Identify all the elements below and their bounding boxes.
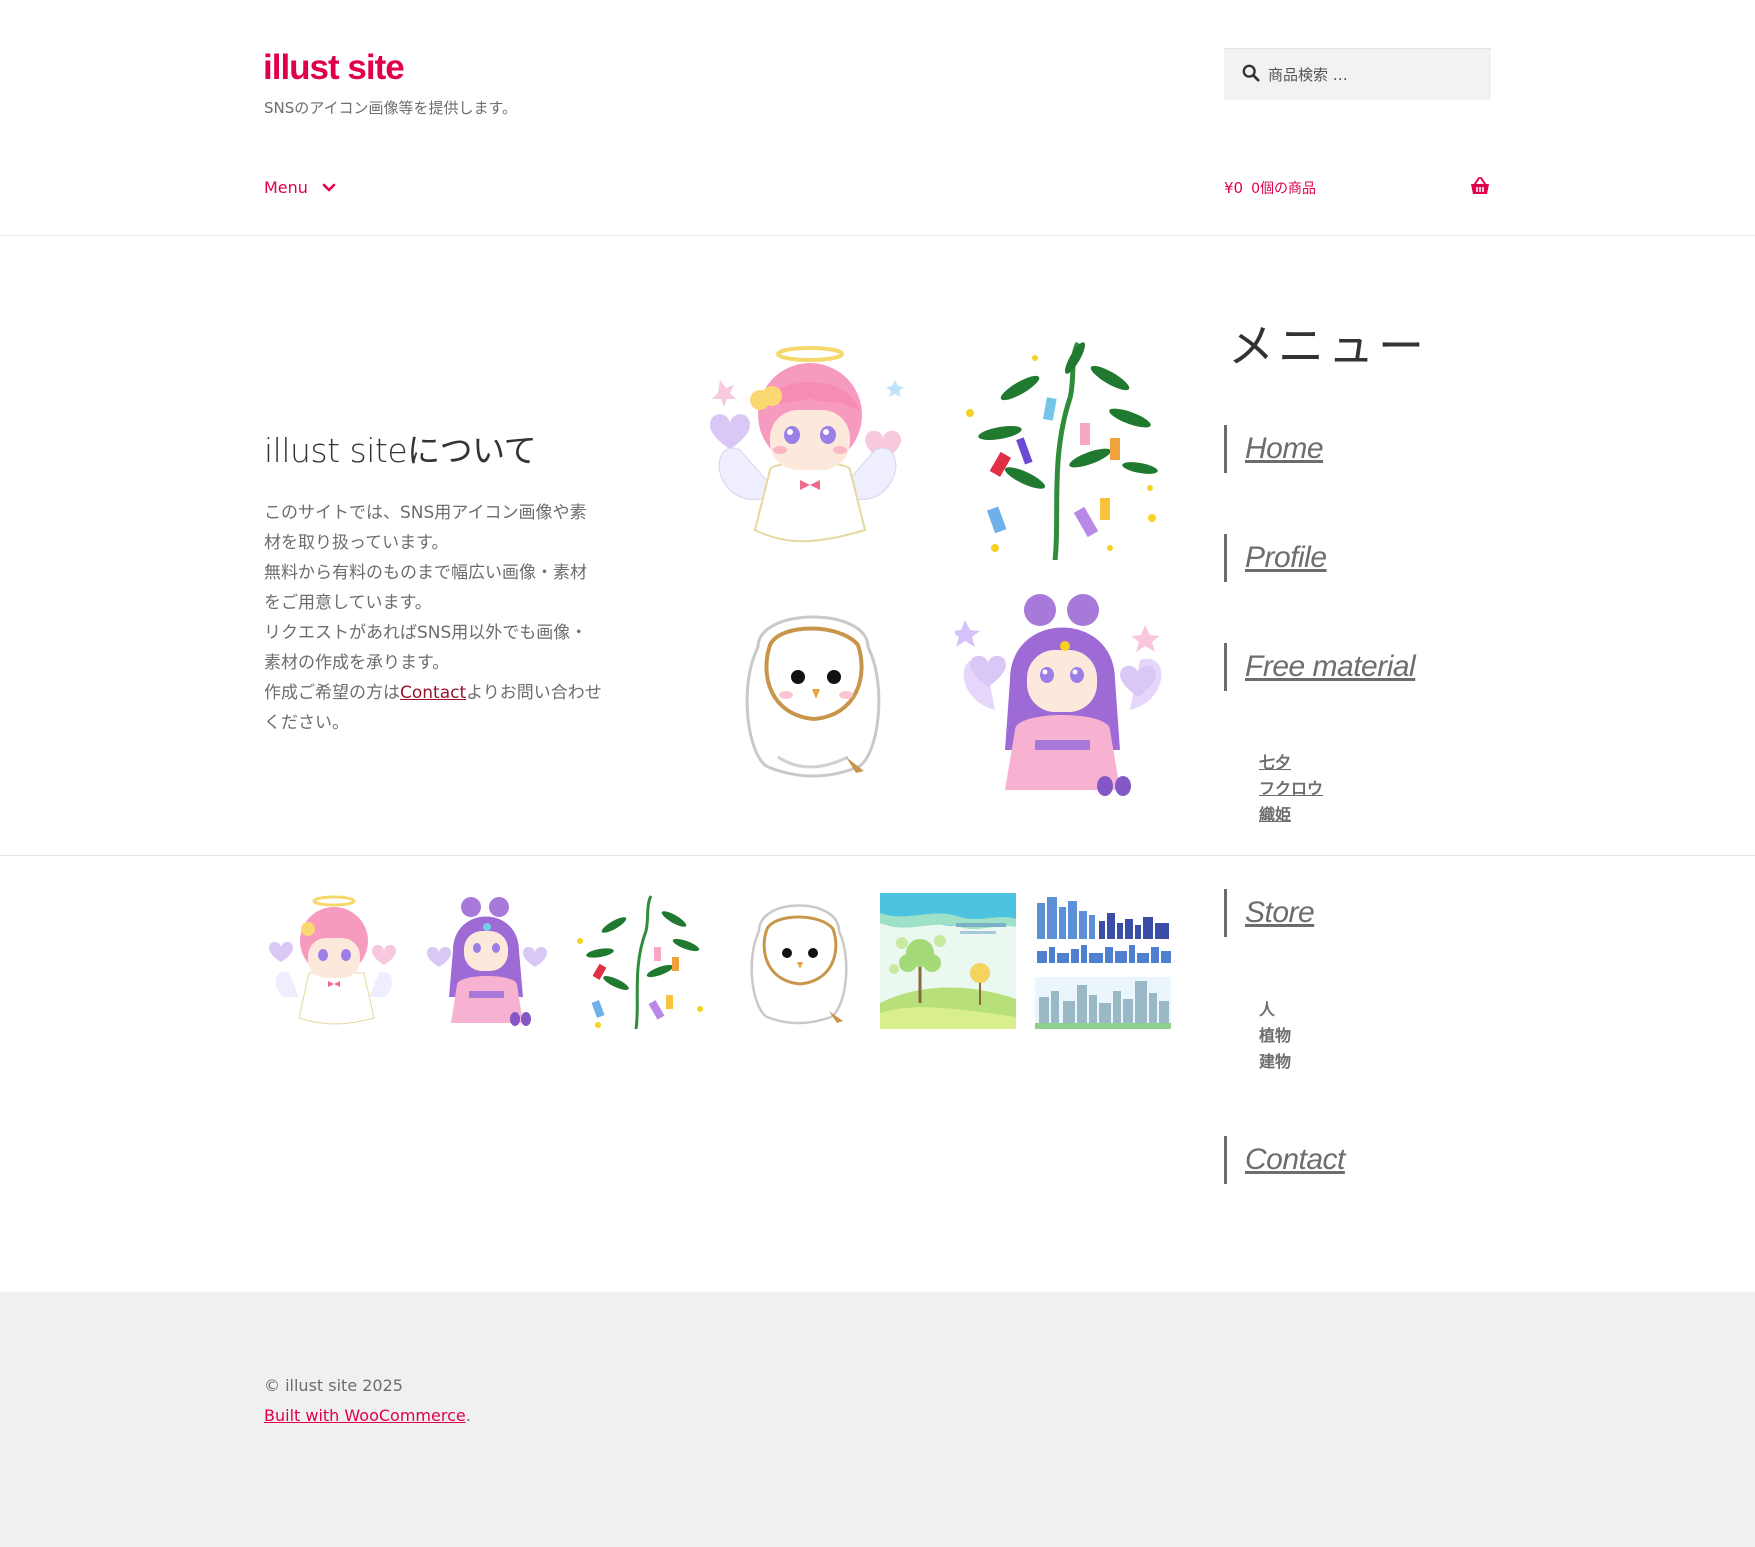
cart-count: 0個の商品 <box>1251 181 1317 197</box>
about-text: このサイトでは、SNS用アイコン画像や素 材を取り扱っています。 無料から有料の… <box>264 498 624 738</box>
site-title[interactable]: illust site <box>263 48 405 88</box>
about-heading: illust siteについて <box>264 431 537 470</box>
section-divider <box>0 855 1755 856</box>
submenu-item-owl[interactable]: フクロウ <box>1259 776 1323 802</box>
city-skyline-thumbnail[interactable] <box>1035 893 1171 1029</box>
sidebar-link-profile: Profile <box>1224 534 1327 582</box>
about-line: 材を取り扱っています。 <box>264 533 449 553</box>
angel-illustration <box>710 346 904 543</box>
submenu-item-plants[interactable]: 植物 <box>1259 1023 1291 1049</box>
profile-link[interactable]: Profile <box>1245 541 1327 575</box>
built-with-line: Built with WooCommerce. <box>264 1406 471 1425</box>
search-input[interactable] <box>1268 65 1478 84</box>
orihime-illustration <box>955 594 1162 796</box>
contact-sidebar-link[interactable]: Contact <box>1245 1143 1345 1177</box>
copyright-text: © illust site 2025 <box>264 1376 403 1395</box>
about-line: をご用意しています。 <box>264 593 432 613</box>
about-contact-line: 作成ご希望の方はContactよりお問い合わせ <box>264 683 602 703</box>
about-line: リクエストがあればSNS用以外でも画像・ <box>264 623 588 643</box>
menu-toggle-button[interactable]: Menu <box>264 178 336 197</box>
header-cart[interactable]: ¥0 0個の商品 <box>1224 177 1491 198</box>
home-link[interactable]: Home <box>1245 432 1324 466</box>
owl-thumbnail[interactable] <box>729 893 865 1029</box>
sidebar-link-contact: Contact <box>1224 1136 1345 1184</box>
store-link[interactable]: Store <box>1245 896 1315 930</box>
about-line: 素材の作成を承ります。 <box>264 653 450 673</box>
site-footer: © illust site 2025 Built with WooCommerc… <box>0 1292 1755 1547</box>
about-line: ください。 <box>264 713 349 733</box>
submenu-item-tanabata[interactable]: 七夕 <box>1259 750 1323 776</box>
site-tagline: SNSのアイコン画像等を提供します。 <box>264 99 518 117</box>
menu-label: Menu <box>264 178 308 197</box>
orihime-thumbnail[interactable] <box>419 893 555 1029</box>
site-header: illust site SNSのアイコン画像等を提供します。 Menu ¥0 0… <box>0 0 1755 236</box>
submenu-item-orihime[interactable]: 織姫 <box>1259 802 1323 828</box>
chevron-down-icon <box>322 178 336 197</box>
free-material-submenu: 七夕 フクロウ 織姫 <box>1259 750 1323 828</box>
product-search <box>1224 48 1491 100</box>
woocommerce-link[interactable]: Built with WooCommerce <box>264 1406 466 1425</box>
sidebar-link-store: Store <box>1224 889 1315 937</box>
sidebar-link-home: Home <box>1224 425 1324 473</box>
tanabata-thumbnail[interactable] <box>574 893 710 1029</box>
submenu-item-buildings[interactable]: 建物 <box>1259 1049 1291 1075</box>
tree-landscape-thumbnail[interactable] <box>880 893 1016 1029</box>
angel-thumbnail[interactable] <box>264 893 400 1029</box>
about-line: 無料から有料のものまで幅広い画像・素材 <box>264 563 587 583</box>
sidebar-link-free-material: Free material <box>1224 643 1416 691</box>
submenu-item-people[interactable]: 人 <box>1259 997 1291 1023</box>
owl-illustration <box>745 615 881 778</box>
store-submenu: 人 植物 建物 <box>1259 997 1291 1075</box>
about-line: このサイトでは、SNS用アイコン画像や素 <box>264 503 587 523</box>
free-material-link[interactable]: Free material <box>1245 650 1416 684</box>
cart-amount: ¥0 <box>1224 179 1244 197</box>
search-icon <box>1242 64 1260 86</box>
tanabata-bamboo-illustration <box>966 341 1158 560</box>
gallery-thumbnails <box>264 893 1172 1029</box>
contact-link[interactable]: Contact <box>400 683 466 703</box>
sidebar-menu-title: メニュー <box>1228 319 1428 373</box>
